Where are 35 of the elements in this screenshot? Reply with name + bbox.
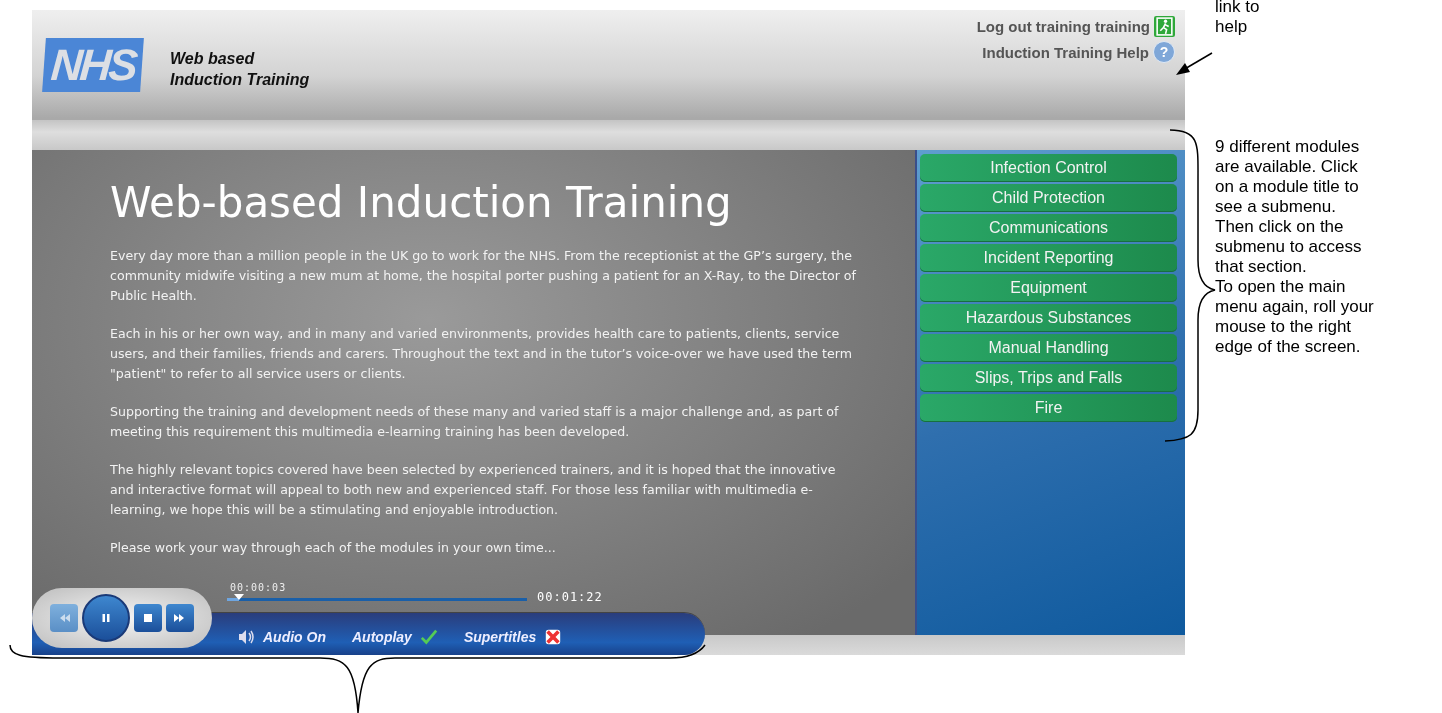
module-button[interactable]: Equipment — [920, 274, 1177, 302]
playhead[interactable] — [234, 594, 244, 600]
logout-link[interactable]: Log out training training — [976, 18, 1150, 35]
elapsed-time: 00:00:03 — [230, 582, 287, 593]
pause-button[interactable] — [82, 594, 130, 642]
paragraph: Each in his or her own way, and in many and varied environments, provides health care to patients, clients, service users, and their families, friends and carers. Throughout the text and in the tutor’s voice-over we have used the term "patient" to refer to all service users or clients. — [110, 325, 854, 383]
autoplay-toggle[interactable]: Autoplay — [352, 629, 412, 645]
app-title: Web based — [170, 49, 256, 69]
fast-forward-button[interactable] — [166, 604, 194, 632]
annotation-text: 9 different modules are available. Click on a module title to see a submenu. Then click on the submenu to access that section. — [1215, 137, 1363, 277]
paragraph: The highly relevant topics covered have been selected by experienced trainers, and it is hoped that the innovative and interactive format will appeal to both new and experienced staff. For those less familiar with multimedia e-learning, we hope this will be a stimulating and enjoyable introduction. — [110, 461, 837, 519]
total-time: 00:01:22 — [537, 590, 603, 604]
app-title: Induction Training — [170, 70, 310, 90]
audio-toggle[interactable]: Audio On — [263, 629, 326, 645]
module-button[interactable]: Infection Control — [920, 154, 1177, 182]
module-button[interactable]: Manual Handling — [920, 334, 1177, 362]
module-button[interactable]: Communications — [920, 214, 1177, 242]
paragraph: Supporting the training and development needs of these many and varied staff is a major challenge and, as part of meeting this requirement this multimedia e-learning training has been developed. — [110, 403, 840, 441]
page-title: Web-based Induction Training — [110, 178, 733, 228]
exit-icon — [1154, 16, 1175, 37]
module-button[interactable]: Fire — [920, 394, 1177, 422]
annotation-text: link to help — [1215, 0, 1261, 37]
paragraph: Please work your way through each of the modules in your own time... — [110, 539, 557, 557]
annotation-text: To open the main menu again, roll your mouse to the right edge of the screen. — [1215, 277, 1375, 357]
module-button[interactable]: Slips, Trips and Falls — [920, 364, 1177, 392]
nhs-logo: NHS — [42, 38, 144, 92]
stop-button[interactable] — [134, 604, 162, 632]
module-button[interactable]: Child Protection — [920, 184, 1177, 212]
arrow — [1176, 52, 1213, 75]
help-icon[interactable]: ? — [1153, 41, 1175, 63]
help-link[interactable]: Induction Training Help — [982, 43, 1149, 61]
module-button[interactable]: Hazardous Substances — [920, 304, 1177, 332]
module-button[interactable]: Incident Reporting — [920, 244, 1177, 272]
paragraph: Every day more than a million people in the UK go to work for the NHS. From the receptionist at the GP’s surgery, the community midwife visiting a new mum at home, the hospital porter pushing a patient for an X-Ray, to the Director of Public Health. — [110, 247, 858, 305]
supertitles-toggle[interactable]: Supertitles — [463, 629, 537, 645]
